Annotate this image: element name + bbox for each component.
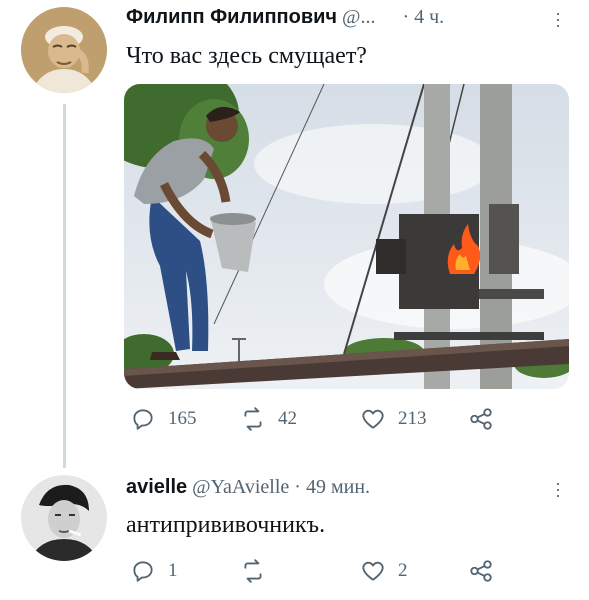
timestamp[interactable]: · 49 мин.: [294, 476, 370, 498]
share-button[interactable]: [468, 406, 506, 432]
avatar-filipp-image: [21, 7, 107, 93]
retweet-icon: [244, 407, 262, 431]
retweet-button[interactable]: 42: [240, 406, 297, 432]
more-icon[interactable]: · · ·: [554, 474, 562, 504]
tweet-text: антипрививочникъ.: [126, 512, 326, 538]
tweet-1-header: Филипп Филиппович @... · 4 ч.: [126, 6, 444, 29]
avatar-avielle-image: [21, 475, 107, 561]
heart-icon: [362, 409, 384, 429]
author-handle[interactable]: @...: [342, 6, 375, 28]
like-count: 2: [398, 560, 408, 581]
reply-button[interactable]: 165: [130, 406, 197, 432]
retweet-icon: [244, 559, 262, 583]
tweet-photo[interactable]: [124, 84, 569, 389]
heart-icon: [362, 561, 384, 581]
tweet-1-actions: 165 42 213: [124, 406, 569, 436]
share-icon: [470, 408, 492, 430]
retweet-count: 42: [278, 408, 297, 429]
timestamp[interactable]: · 4 ч.: [402, 6, 444, 28]
reply-icon: [133, 409, 153, 430]
tweet-1[interactable]: Филипп Филиппович @... · 4 ч. · · · Что ва…: [0, 0, 589, 470]
avatar-filipp[interactable]: [21, 7, 107, 93]
reply-count: 1: [168, 560, 178, 581]
reply-icon: [133, 561, 153, 582]
photo-man-bucket-transformer: [124, 84, 569, 389]
author-name[interactable]: Филипп Филиппович: [126, 6, 337, 28]
reply-button[interactable]: 1: [130, 558, 178, 584]
share-icon: [470, 560, 492, 582]
tweet-2-header: avielle @YaAvielle · 49 мин.: [126, 476, 370, 499]
tweet-text: Что вас здесь смущает?: [126, 43, 367, 69]
like-count: 213: [398, 408, 427, 429]
thread-line: [63, 104, 66, 468]
reply-count: 165: [168, 408, 197, 429]
tweet-2[interactable]: avielle @YaAvielle · 49 мин. · · · антипри…: [0, 470, 589, 600]
tweet-2-actions: 1 2: [124, 558, 569, 588]
retweet-button[interactable]: [240, 558, 278, 584]
author-handle[interactable]: @YaAvielle: [192, 476, 289, 498]
avatar-avielle[interactable]: [21, 475, 107, 561]
like-button[interactable]: 2: [360, 558, 408, 584]
author-name[interactable]: avielle: [126, 476, 187, 498]
like-button[interactable]: 213: [360, 406, 427, 432]
share-button[interactable]: [468, 558, 506, 584]
more-icon[interactable]: · · ·: [554, 4, 562, 34]
